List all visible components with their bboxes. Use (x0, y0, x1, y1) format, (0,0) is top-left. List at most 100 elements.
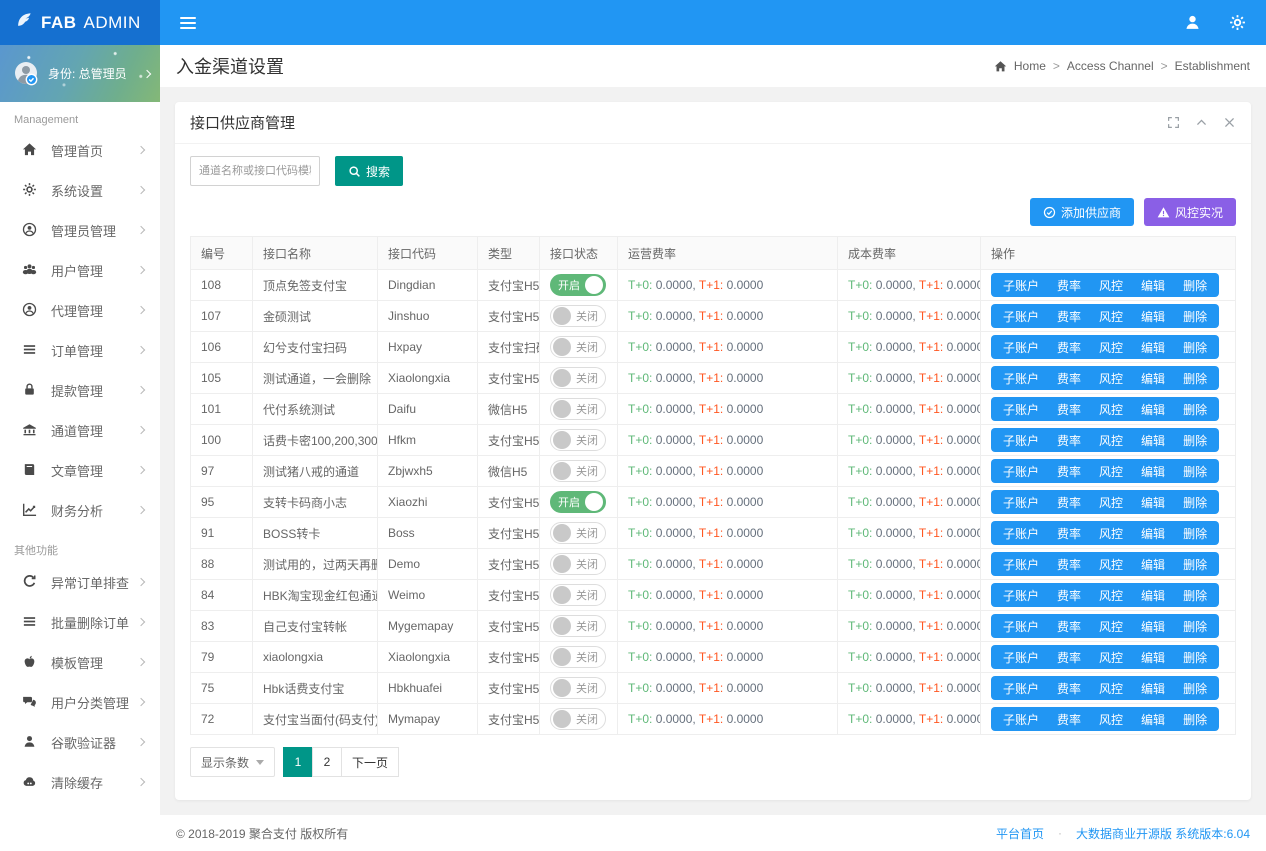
status-toggle[interactable]: 开启 (550, 491, 606, 513)
delete-action[interactable]: 删除 (1174, 401, 1216, 418)
page-size-dropdown[interactable]: 显示条数 (190, 747, 275, 777)
edit-action[interactable]: 编辑 (1132, 463, 1174, 480)
sidebar-toggle-icon[interactable] (180, 16, 196, 30)
next-page-button[interactable]: 下一页 (341, 747, 399, 777)
rate-action[interactable]: 费率 (1048, 370, 1090, 387)
delete-action[interactable]: 删除 (1174, 711, 1216, 728)
sidebar-item[interactable]: 异常订单排查 (0, 562, 160, 602)
subaccount-action[interactable]: 子账户 (994, 432, 1048, 449)
delete-action[interactable]: 删除 (1174, 277, 1216, 294)
rate-action[interactable]: 费率 (1048, 680, 1090, 697)
rate-action[interactable]: 费率 (1048, 711, 1090, 728)
breadcrumb-home[interactable]: Home (1014, 59, 1046, 73)
edit-action[interactable]: 编辑 (1132, 711, 1174, 728)
edit-action[interactable]: 编辑 (1132, 308, 1174, 325)
subaccount-action[interactable]: 子账户 (994, 587, 1048, 604)
edit-action[interactable]: 编辑 (1132, 370, 1174, 387)
status-toggle[interactable]: 关闭 (550, 553, 606, 575)
status-toggle[interactable]: 关闭 (550, 646, 606, 668)
status-toggle[interactable]: 关闭 (550, 367, 606, 389)
delete-action[interactable]: 删除 (1174, 494, 1216, 511)
delete-action[interactable]: 删除 (1174, 556, 1216, 573)
subaccount-action[interactable]: 子账户 (994, 680, 1048, 697)
subaccount-action[interactable]: 子账户 (994, 525, 1048, 542)
delete-action[interactable]: 删除 (1174, 587, 1216, 604)
edit-action[interactable]: 编辑 (1132, 339, 1174, 356)
delete-action[interactable]: 删除 (1174, 525, 1216, 542)
rate-action[interactable]: 费率 (1048, 587, 1090, 604)
status-toggle[interactable]: 关闭 (550, 615, 606, 637)
sidebar-item[interactable]: 用户管理 (0, 250, 160, 290)
page-button[interactable]: 1 (283, 747, 313, 777)
edit-action[interactable]: 编辑 (1132, 649, 1174, 666)
edit-action[interactable]: 编辑 (1132, 680, 1174, 697)
status-toggle[interactable]: 关闭 (550, 305, 606, 327)
subaccount-action[interactable]: 子账户 (994, 494, 1048, 511)
edit-action[interactable]: 编辑 (1132, 618, 1174, 635)
status-toggle[interactable]: 开启 (550, 274, 606, 296)
sidebar-item[interactable]: 清除缓存 (0, 762, 160, 802)
status-toggle[interactable]: 关闭 (550, 398, 606, 420)
collapse-icon[interactable] (1195, 116, 1208, 129)
user-menu-icon[interactable] (1184, 14, 1201, 31)
risk-action[interactable]: 风控 (1090, 463, 1132, 480)
edit-action[interactable]: 编辑 (1132, 587, 1174, 604)
subaccount-action[interactable]: 子账户 (994, 711, 1048, 728)
rate-action[interactable]: 费率 (1048, 618, 1090, 635)
risk-action[interactable]: 风控 (1090, 556, 1132, 573)
subaccount-action[interactable]: 子账户 (994, 339, 1048, 356)
sidebar-item[interactable]: 提款管理 (0, 370, 160, 410)
subaccount-action[interactable]: 子账户 (994, 618, 1048, 635)
risk-action[interactable]: 风控 (1090, 494, 1132, 511)
rate-action[interactable]: 费率 (1048, 401, 1090, 418)
edit-action[interactable]: 编辑 (1132, 277, 1174, 294)
rate-action[interactable]: 费率 (1048, 649, 1090, 666)
subaccount-action[interactable]: 子账户 (994, 463, 1048, 480)
rate-action[interactable]: 费率 (1048, 339, 1090, 356)
delete-action[interactable]: 删除 (1174, 432, 1216, 449)
expand-icon[interactable] (1167, 116, 1180, 129)
delete-action[interactable]: 删除 (1174, 649, 1216, 666)
breadcrumb-access-channel[interactable]: Access Channel (1053, 59, 1154, 73)
delete-action[interactable]: 删除 (1174, 370, 1216, 387)
edit-action[interactable]: 编辑 (1132, 525, 1174, 542)
rate-action[interactable]: 费率 (1048, 432, 1090, 449)
subaccount-action[interactable]: 子账户 (994, 370, 1048, 387)
platform-home-link[interactable]: 平台首页 (996, 825, 1044, 842)
delete-action[interactable]: 删除 (1174, 618, 1216, 635)
status-toggle[interactable]: 关闭 (550, 429, 606, 451)
sidebar-item[interactable]: 通道管理 (0, 410, 160, 450)
risk-action[interactable]: 风控 (1090, 339, 1132, 356)
status-toggle[interactable]: 关闭 (550, 584, 606, 606)
delete-action[interactable]: 删除 (1174, 308, 1216, 325)
rate-action[interactable]: 费率 (1048, 463, 1090, 480)
risk-action[interactable]: 风控 (1090, 587, 1132, 604)
rate-action[interactable]: 费率 (1048, 277, 1090, 294)
risk-action[interactable]: 风控 (1090, 680, 1132, 697)
status-toggle[interactable]: 关闭 (550, 460, 606, 482)
add-supplier-button[interactable]: 添加供应商 (1030, 198, 1134, 226)
status-toggle[interactable]: 关闭 (550, 336, 606, 358)
sidebar-item[interactable]: 文章管理 (0, 450, 160, 490)
subaccount-action[interactable]: 子账户 (994, 277, 1048, 294)
sidebar-item[interactable]: 批量删除订单 (0, 602, 160, 642)
risk-action[interactable]: 风控 (1090, 370, 1132, 387)
sidebar-item[interactable]: 模板管理 (0, 642, 160, 682)
risk-action[interactable]: 风控 (1090, 525, 1132, 542)
edit-action[interactable]: 编辑 (1132, 432, 1174, 449)
rate-action[interactable]: 费率 (1048, 494, 1090, 511)
risk-action[interactable]: 风控 (1090, 308, 1132, 325)
sidebar-item[interactable]: 订单管理 (0, 330, 160, 370)
sidebar-item[interactable]: 谷歌验证器 (0, 722, 160, 762)
sidebar-item[interactable]: 代理管理 (0, 290, 160, 330)
close-icon[interactable] (1223, 116, 1236, 129)
risk-action[interactable]: 风控 (1090, 618, 1132, 635)
status-toggle[interactable]: 关闭 (550, 677, 606, 699)
edit-action[interactable]: 编辑 (1132, 494, 1174, 511)
status-toggle[interactable]: 关闭 (550, 708, 606, 730)
edit-action[interactable]: 编辑 (1132, 401, 1174, 418)
sidebar-item[interactable]: 财务分析 (0, 490, 160, 530)
rate-action[interactable]: 费率 (1048, 525, 1090, 542)
edit-action[interactable]: 编辑 (1132, 556, 1174, 573)
sidebar-item[interactable]: 系统设置 (0, 170, 160, 210)
